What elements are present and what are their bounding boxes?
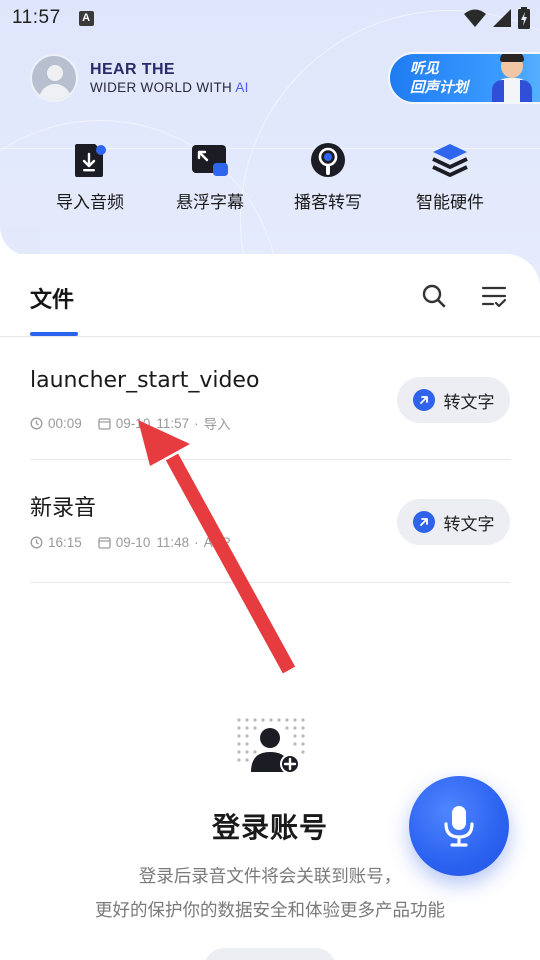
clock-icon bbox=[30, 417, 43, 430]
file-time: 11:48 bbox=[156, 535, 190, 550]
tab-bar: 文件 bbox=[0, 260, 540, 337]
search-icon bbox=[422, 284, 446, 308]
status-bar: 11:57 A bbox=[0, 0, 540, 36]
brand-row: HEAR THE WIDER WORLD WITH AI bbox=[30, 54, 249, 102]
convert-to-text-button[interactable]: 转文字 bbox=[397, 499, 510, 545]
status-time: 11:57 bbox=[12, 7, 61, 28]
file-date: 09-10 bbox=[115, 415, 151, 431]
file-duration: 00:09 bbox=[48, 415, 82, 431]
quick-action-podcast-transcribe[interactable]: 播客转写 bbox=[268, 140, 388, 213]
clock-icon bbox=[30, 536, 43, 549]
sheet-corner bbox=[0, 226, 40, 256]
cellular-signal-icon bbox=[493, 9, 511, 27]
promo-banner[interactable]: 听见 回声计划 bbox=[388, 52, 540, 104]
quick-action-import-audio[interactable]: 导入音频 bbox=[30, 140, 150, 213]
calendar-icon bbox=[98, 536, 111, 549]
battery-icon bbox=[518, 7, 530, 29]
file-time: 11:57 bbox=[156, 415, 190, 431]
sort-filter-button[interactable] bbox=[478, 280, 510, 312]
search-button[interactable] bbox=[418, 280, 450, 312]
avatar[interactable] bbox=[30, 54, 78, 102]
file-list-item[interactable]: 新录音 16:15 09-10 11:48 · APP 转文字 bbox=[30, 460, 510, 582]
slogan: HEAR THE WIDER WORLD WITH AI bbox=[90, 60, 249, 95]
row-divider bbox=[30, 582, 510, 583]
floating-subtitle-icon bbox=[190, 140, 230, 180]
slogan-line-1: HEAR THE bbox=[90, 60, 175, 78]
file-meta: 00:09 09-10 11:57 · 导入 bbox=[30, 413, 231, 433]
status-indicators bbox=[464, 7, 530, 29]
file-title: 新录音 bbox=[30, 496, 97, 521]
login-description-line2: 更好的保护你的数据安全和体验更多产品功能 bbox=[95, 901, 445, 921]
login-button[interactable] bbox=[204, 948, 336, 960]
promo-person-image bbox=[488, 54, 538, 102]
file-date: 09-10 bbox=[115, 535, 151, 550]
add-user-icon bbox=[237, 718, 305, 774]
calendar-icon bbox=[98, 417, 111, 430]
import-audio-icon bbox=[70, 140, 110, 180]
arrow-up-right-icon bbox=[412, 511, 435, 533]
file-duration: 16:15 bbox=[48, 535, 82, 550]
wifi-icon bbox=[464, 9, 486, 27]
file-source: 导入 bbox=[203, 417, 231, 432]
microphone-icon bbox=[444, 806, 474, 847]
tab-files[interactable]: 文件 bbox=[30, 282, 74, 314]
file-list-item[interactable]: launcher_start_video 00:09 09-10 11:57 ·… bbox=[30, 338, 510, 460]
arrow-up-right-icon bbox=[412, 389, 435, 411]
smart-hardware-icon bbox=[430, 140, 470, 180]
file-source: APP bbox=[203, 535, 231, 550]
promo-text: 听见 回声计划 bbox=[410, 61, 468, 96]
tab-divider bbox=[0, 336, 540, 337]
quick-action-smart-hardware[interactable]: 智能硬件 bbox=[390, 140, 510, 213]
record-button[interactable] bbox=[409, 776, 509, 876]
quick-action-floating-subtitle[interactable]: 悬浮字幕 bbox=[150, 140, 270, 213]
sort-list-icon bbox=[481, 286, 507, 308]
notification-icon: A bbox=[78, 10, 94, 26]
podcast-transcribe-icon bbox=[308, 140, 348, 180]
file-meta: 16:15 09-10 11:48 · APP bbox=[30, 535, 231, 550]
file-title: launcher_start_video bbox=[30, 368, 260, 393]
convert-to-text-button[interactable]: 转文字 bbox=[397, 377, 510, 423]
slogan-line-2: WIDER WORLD WITH AI bbox=[90, 79, 249, 95]
